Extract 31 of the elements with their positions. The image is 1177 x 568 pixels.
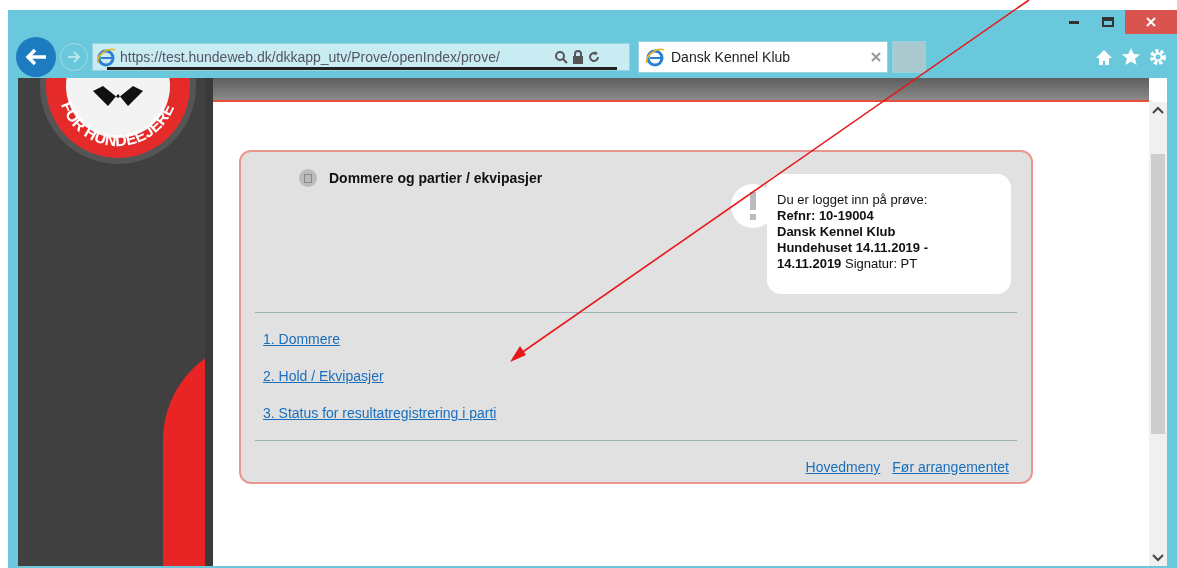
scroll-down-icon[interactable] <box>1152 554 1164 562</box>
address-text: https://test.hundeweb.dk/dkkapp_utv/Prove/openIndex/prove/ <box>120 47 501 67</box>
browser-logo-icon <box>645 47 665 67</box>
refresh-icon <box>588 50 600 64</box>
panel-title: Dommere og partier / ekvipasjer <box>329 168 543 188</box>
scroll-thumb[interactable] <box>1151 154 1165 434</box>
home-icon[interactable] <box>1095 48 1113 66</box>
browser-tab[interactable]: Dansk Kennel Klub <box>638 41 888 73</box>
scrollbar[interactable] <box>1149 102 1167 566</box>
footer-link[interactable]: Hovedmeny <box>805 457 881 478</box>
tab-title: Dansk Kennel Klub <box>671 47 792 67</box>
new-tab-button[interactable] <box>892 41 926 73</box>
close-tab-icon <box>871 52 881 62</box>
back-arrow-icon <box>25 48 47 66</box>
forward-arrow-icon <box>67 51 81 63</box>
close-button[interactable] <box>1125 10 1177 34</box>
scroll-up-icon[interactable] <box>1152 106 1164 114</box>
star-icon[interactable] <box>1121 47 1141 67</box>
close-icon <box>1146 17 1156 27</box>
search-icon <box>554 50 568 64</box>
address-bar[interactable]: https://test.hundeweb.dk/dkkapp_utv/Prove/openIndex/prove/ <box>92 43 630 71</box>
lock-icon <box>572 50 584 64</box>
browser-logo-icon <box>96 47 116 67</box>
footer-link[interactable]: Før arrangementet <box>892 457 1009 478</box>
document-icon <box>299 169 317 187</box>
menu-link[interactable]: 2. Hold / Ekvipasjer <box>263 366 384 387</box>
menu-link[interactable]: 1. Dommere <box>263 329 341 350</box>
menu-link[interactable]: 3. Status for resultatregistrering i parti <box>263 403 497 424</box>
login-notice-text: Du er logget inn på prøve: Refnr: 10-19004 Dansk Kennel Klub Hundehuset 14.11.2019 - 14.11.2019 Signatur: PT <box>777 192 929 272</box>
back-button[interactable] <box>16 37 56 77</box>
settings-icon[interactable] <box>1149 48 1167 66</box>
